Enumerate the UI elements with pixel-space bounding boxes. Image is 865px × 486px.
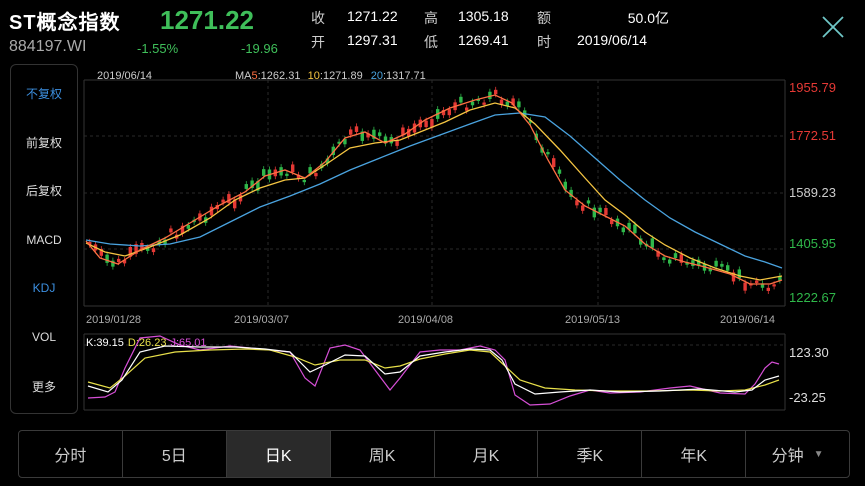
tab-quarterly-k[interactable]: 季K — [538, 431, 643, 477]
y-tick-3: 1589.23 — [789, 185, 836, 200]
candle-body — [117, 258, 121, 263]
tab-monthly-k-label: 月K — [472, 448, 500, 465]
tab-daily-k-label: 日K — [264, 448, 292, 465]
candle-body — [633, 224, 637, 234]
tab-minute-label: 分钟 — [771, 448, 804, 465]
candle-body — [737, 269, 741, 279]
x-tick-4: 2019/05/13 — [565, 314, 620, 326]
candle-body — [465, 107, 469, 111]
candle-body — [151, 248, 156, 253]
tab-intraday[interactable]: 分时 — [19, 431, 123, 477]
candle-body — [552, 158, 556, 167]
candle-body — [668, 259, 672, 264]
candle-body — [586, 200, 591, 204]
candle-body — [592, 207, 596, 218]
candle-body — [424, 120, 428, 128]
candle-body — [285, 173, 289, 176]
y-tick-1: 1955.79 — [789, 80, 836, 95]
candle-body — [766, 287, 770, 291]
candle-body — [494, 89, 498, 95]
candle-body — [302, 179, 306, 183]
period-tabs: 分时 5日 日K 周K 月K 季K 年K 分钟 ▼ — [18, 430, 850, 478]
candle-body — [546, 152, 550, 155]
tab-yearly-k[interactable]: 年K — [642, 431, 747, 477]
tab-5day[interactable]: 5日 — [123, 431, 227, 477]
y-tick-2: 1772.51 — [789, 128, 836, 143]
kdj-d-line — [87, 348, 780, 392]
tab-monthly-k[interactable]: 月K — [435, 431, 539, 477]
tab-daily-k[interactable]: 日K — [226, 431, 331, 477]
candle-body — [557, 169, 562, 174]
candle-body — [581, 205, 585, 211]
candle-body — [650, 238, 654, 248]
tab-yearly-k-label: 年K — [680, 448, 708, 465]
ma20-key: 20 — [371, 70, 383, 82]
y-tick-5: 1222.67 — [789, 290, 836, 305]
y-tick-4: 1405.95 — [789, 236, 836, 251]
candle-body — [743, 282, 747, 291]
kdj-tick-top: 123.30 — [789, 345, 829, 360]
ma5-value: :1262.31 — [258, 70, 301, 82]
tab-quarterly-k-label: 季K — [576, 448, 604, 465]
candle-body — [349, 129, 353, 135]
candle-body — [598, 207, 602, 213]
tab-weekly-k[interactable]: 周K — [331, 431, 435, 477]
candle-body — [186, 224, 190, 229]
kline-chart[interactable]: 2019/06/14 MA5:1262.31 10:1271.89 20:1317.… — [0, 0, 865, 430]
candle-body — [673, 253, 678, 258]
ma20-value: :1317.71 — [383, 70, 426, 82]
candle-body — [604, 208, 608, 215]
chart-date: 2019/06/14 — [97, 70, 152, 82]
kdj-tick-bottom: -23.25 — [789, 390, 826, 405]
kdj-k-line — [87, 345, 780, 395]
ma10-key: 10 — [308, 70, 320, 82]
ma-legend: MA5:1262.31 10:1271.89 20:1317.71 — [235, 70, 426, 82]
candle-body — [262, 169, 266, 176]
tab-5day-label: 5日 — [161, 448, 187, 465]
candle-body — [772, 284, 776, 287]
x-tick-2: 2019/03/07 — [234, 314, 289, 326]
candle-body — [378, 132, 382, 136]
candle-body — [459, 96, 463, 103]
candle-body — [169, 228, 173, 233]
candle-body — [314, 173, 318, 177]
candles — [88, 86, 782, 294]
candle-body — [517, 101, 521, 108]
candle-body — [714, 260, 718, 267]
ma10-line — [85, 102, 783, 281]
x-tick-3: 2019/04/08 — [398, 314, 453, 326]
candle-body — [720, 263, 724, 267]
ma-label: MA — [235, 70, 252, 82]
candle-body — [470, 101, 475, 106]
candle-body — [482, 102, 486, 105]
candle-body — [662, 257, 666, 261]
candle-body — [726, 265, 730, 271]
candle-body — [105, 254, 109, 263]
x-tick-1: 2019/01/28 — [86, 314, 141, 326]
candle-body — [395, 140, 399, 146]
chevron-down-icon: ▼ — [813, 448, 824, 460]
candle-body — [755, 280, 759, 283]
tab-intraday-label: 分时 — [54, 448, 87, 465]
candle-body — [354, 126, 359, 132]
kdj-k: K:39.15 — [86, 337, 124, 349]
ma5-line — [85, 94, 783, 285]
tab-weekly-k-label: 周K — [368, 448, 396, 465]
candle-body — [244, 184, 248, 189]
candle-body — [621, 227, 625, 233]
candle-body — [291, 164, 295, 173]
x-tick-5: 2019/06/14 — [720, 314, 775, 326]
candle-body — [447, 109, 451, 116]
ma10-value: :1271.89 — [320, 70, 363, 82]
tab-minute[interactable]: 分钟 ▼ — [746, 431, 849, 477]
